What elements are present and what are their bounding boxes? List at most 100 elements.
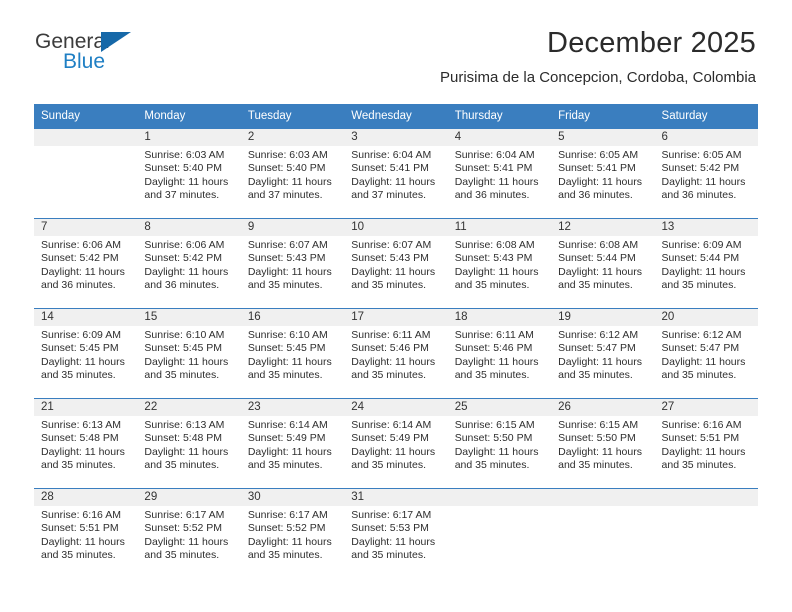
sunrise-text: Sunrise: 6:09 AM xyxy=(41,329,121,341)
day-details: Sunrise: 6:10 AM Sunset: 5:45 PM Daylight:… xyxy=(241,326,344,383)
sunset-text: Sunset: 5:43 PM xyxy=(247,252,326,265)
calendar-day-cell[interactable]: 4 Sunrise: 6:04 AM Sunset: 5:41 PM Daylight… xyxy=(447,128,552,219)
calendar-day-cell[interactable]: 10 Sunrise: 6:07 AM Sunset: 5:43 PM Dayligh… xyxy=(344,218,448,309)
sunset-text: Sunset: 5:49 PM xyxy=(351,432,429,445)
page-header: General Blue December 2025 Purisima de l… xyxy=(0,0,792,86)
sunset-text: Sunset: 5:46 PM xyxy=(351,342,429,355)
daylight-text-line2: and 36 minutes. xyxy=(454,189,530,202)
sunset-text: Sunset: 5:45 PM xyxy=(144,342,223,355)
calendar-day-cell[interactable]: 22 Sunrise: 6:13 AM Sunset: 5:48 PM Dayligh… xyxy=(137,398,241,489)
calendar-day-cell[interactable]: 16 Sunrise: 6:10 AM Sunset: 5:45 PM Dayligh… xyxy=(240,308,345,399)
calendar-day-cell[interactable]: 9 Sunrise: 6:07 AM Sunset: 5:43 PM Daylight… xyxy=(240,218,345,309)
daylight-text-line1: Daylight: 11 hours xyxy=(351,535,436,548)
day-number: 27 xyxy=(654,399,758,416)
calendar-day-cell[interactable]: 2 Sunrise: 6:03 AM Sunset: 5:40 PM Daylight… xyxy=(240,128,345,219)
sunset-text: Sunset: 5:48 PM xyxy=(41,432,119,445)
sunrise-text: Sunrise: 6:12 AM xyxy=(558,329,639,341)
daylight-text-line1: Daylight: 11 hours xyxy=(247,175,332,188)
day-number: 6 xyxy=(654,129,758,146)
calendar-day-cell[interactable]: 15 Sunrise: 6:10 AM Sunset: 5:45 PM Dayligh… xyxy=(137,308,241,399)
calendar-day-cell[interactable]: 1 Sunrise: 6:03 AM Sunset: 5:40 PM Daylight… xyxy=(137,128,241,219)
daylight-text-line2: and 35 minutes. xyxy=(661,279,737,292)
daylight-text-line2: and 35 minutes. xyxy=(351,279,426,292)
calendar-day-cell[interactable]: 26 Sunrise: 6:15 AM Sunset: 5:50 PM Dayligh… xyxy=(551,398,655,489)
sunset-text: Sunset: 5:40 PM xyxy=(144,162,223,175)
calendar-day-cell[interactable]: 12 Sunrise: 6:08 AM Sunset: 5:44 PM Dayligh… xyxy=(551,218,655,309)
sunset-text: Sunset: 5:42 PM xyxy=(144,252,223,265)
day-details: Sunrise: 6:05 AM Sunset: 5:42 PM Daylight:… xyxy=(655,146,758,203)
daylight-text-line1: Daylight: 11 hours xyxy=(144,265,229,278)
calendar-day-cell-empty xyxy=(551,488,655,579)
calendar-day-cell[interactable]: 5 Sunrise: 6:05 AM Sunset: 5:41 PM Daylight… xyxy=(551,128,655,219)
calendar-day-cell[interactable]: 21 Sunrise: 6:13 AM Sunset: 5:48 PM Dayligh… xyxy=(34,398,138,489)
sunset-text: Sunset: 5:43 PM xyxy=(351,252,429,265)
day-details: Sunrise: 6:09 AM Sunset: 5:44 PM Daylight:… xyxy=(655,236,758,293)
daylight-text-line1: Daylight: 11 hours xyxy=(661,445,746,458)
calendar-day-cell[interactable]: 20 Sunrise: 6:12 AM Sunset: 5:47 PM Dayligh… xyxy=(654,308,758,399)
day-details: Sunrise: 6:15 AM Sunset: 5:50 PM Daylight:… xyxy=(448,416,551,473)
sunrise-text: Sunrise: 6:06 AM xyxy=(144,239,225,251)
sunset-text: Sunset: 5:41 PM xyxy=(351,162,429,175)
calendar-day-cell[interactable]: 31 Sunrise: 6:17 AM Sunset: 5:53 PM Dayligh… xyxy=(344,488,448,579)
calendar-day-cell[interactable]: 25 Sunrise: 6:15 AM Sunset: 5:50 PM Dayligh… xyxy=(447,398,552,489)
calendar-day-cell[interactable]: 8 Sunrise: 6:06 AM Sunset: 5:42 PM Daylight… xyxy=(137,218,241,309)
calendar-day-cell-empty xyxy=(34,128,138,219)
day-details: Sunrise: 6:16 AM Sunset: 5:51 PM Daylight:… xyxy=(655,416,758,473)
day-number: 10 xyxy=(344,219,448,236)
daylight-text-line2: and 35 minutes. xyxy=(351,369,426,382)
sunset-text: Sunset: 5:45 PM xyxy=(247,342,326,355)
calendar-day-cell[interactable]: 11 Sunrise: 6:08 AM Sunset: 5:43 PM Dayligh… xyxy=(447,218,552,309)
calendar-day-cell[interactable]: 17 Sunrise: 6:11 AM Sunset: 5:46 PM Dayligh… xyxy=(344,308,448,399)
calendar-day-cell[interactable]: 19 Sunrise: 6:12 AM Sunset: 5:47 PM Dayligh… xyxy=(551,308,655,399)
day-number: 25 xyxy=(447,399,552,416)
sunrise-text: Sunrise: 6:10 AM xyxy=(144,329,225,341)
daylight-text-line1: Daylight: 11 hours xyxy=(454,265,539,278)
day-number xyxy=(34,129,138,146)
daylight-text-line2: and 35 minutes. xyxy=(351,459,426,472)
daylight-text-line2: and 35 minutes. xyxy=(661,459,737,472)
weekday-header-row: Sunday Monday Tuesday Wednesday Thursday… xyxy=(34,104,758,129)
logo-text-blue: Blue xyxy=(63,50,106,73)
calendar-day-cell[interactable]: 27 Sunrise: 6:16 AM Sunset: 5:51 PM Dayligh… xyxy=(654,398,758,489)
page-subtitle: Purisima de la Concepcion, Cordoba, Colo… xyxy=(440,69,756,86)
daylight-text-line1: Daylight: 11 hours xyxy=(351,355,436,368)
calendar-day-cell[interactable]: 29 Sunrise: 6:17 AM Sunset: 5:52 PM Dayligh… xyxy=(137,488,241,579)
daylight-text-line2: and 35 minutes. xyxy=(454,459,530,472)
calendar-day-cell[interactable]: 30 Sunrise: 6:17 AM Sunset: 5:52 PM Dayligh… xyxy=(240,488,345,579)
calendar-day-cell[interactable]: 28 Sunrise: 6:16 AM Sunset: 5:51 PM Dayligh… xyxy=(34,488,138,579)
calendar-day-cell[interactable]: 14 Sunrise: 6:09 AM Sunset: 5:45 PM Dayligh… xyxy=(34,308,138,399)
calendar-day-cell[interactable]: 18 Sunrise: 6:11 AM Sunset: 5:46 PM Dayligh… xyxy=(447,308,552,399)
sunrise-text: Sunrise: 6:11 AM xyxy=(351,329,431,341)
day-details: Sunrise: 6:13 AM Sunset: 5:48 PM Daylight:… xyxy=(34,416,137,473)
daylight-text-line2: and 36 minutes. xyxy=(144,279,220,292)
calendar-day-cell[interactable]: 3 Sunrise: 6:04 AM Sunset: 5:41 PM Daylight… xyxy=(344,128,448,219)
sunset-text: Sunset: 5:52 PM xyxy=(247,522,326,535)
sunrise-text: Sunrise: 6:14 AM xyxy=(247,419,328,431)
day-details: Sunrise: 6:11 AM Sunset: 5:46 PM Daylight:… xyxy=(448,326,551,383)
daylight-text-line1: Daylight: 11 hours xyxy=(661,355,746,368)
daylight-text-line2: and 36 minutes. xyxy=(558,189,633,202)
daylight-text-line1: Daylight: 11 hours xyxy=(247,355,332,368)
daylight-text-line1: Daylight: 11 hours xyxy=(144,175,229,188)
day-number: 29 xyxy=(137,489,241,506)
calendar-day-cell[interactable]: 6 Sunrise: 6:05 AM Sunset: 5:42 PM Daylight… xyxy=(654,128,758,219)
day-details: Sunrise: 6:13 AM Sunset: 5:48 PM Daylight:… xyxy=(137,416,240,473)
day-number: 24 xyxy=(344,399,448,416)
daylight-text-line2: and 35 minutes. xyxy=(454,369,530,382)
calendar-day-cell[interactable]: 24 Sunrise: 6:14 AM Sunset: 5:49 PM Dayligh… xyxy=(344,398,448,489)
daylight-text-line2: and 35 minutes. xyxy=(41,369,116,382)
day-number: 4 xyxy=(447,129,552,146)
day-number xyxy=(551,489,655,506)
daylight-text-line2: and 35 minutes. xyxy=(247,549,323,562)
weekday-header-wednesday: Wednesday xyxy=(344,104,448,129)
daylight-text-line1: Daylight: 11 hours xyxy=(41,355,125,368)
calendar-day-cell[interactable]: 23 Sunrise: 6:14 AM Sunset: 5:49 PM Dayligh… xyxy=(240,398,345,489)
sunrise-text: Sunrise: 6:16 AM xyxy=(41,509,121,521)
day-details: Sunrise: 6:17 AM Sunset: 5:53 PM Daylight:… xyxy=(344,506,447,563)
calendar-week-row: 14 Sunrise: 6:09 AM Sunset: 5:45 PM Dayligh… xyxy=(34,308,758,399)
calendar-day-cell[interactable]: 13 Sunrise: 6:09 AM Sunset: 5:44 PM Dayligh… xyxy=(654,218,758,309)
sunset-text: Sunset: 5:47 PM xyxy=(558,342,636,355)
general-blue-logo[interactable]: General Blue xyxy=(35,30,215,80)
day-details: Sunrise: 6:08 AM Sunset: 5:43 PM Daylight:… xyxy=(448,236,551,293)
calendar-day-cell[interactable]: 7 Sunrise: 6:06 AM Sunset: 5:42 PM Daylight… xyxy=(34,218,138,309)
